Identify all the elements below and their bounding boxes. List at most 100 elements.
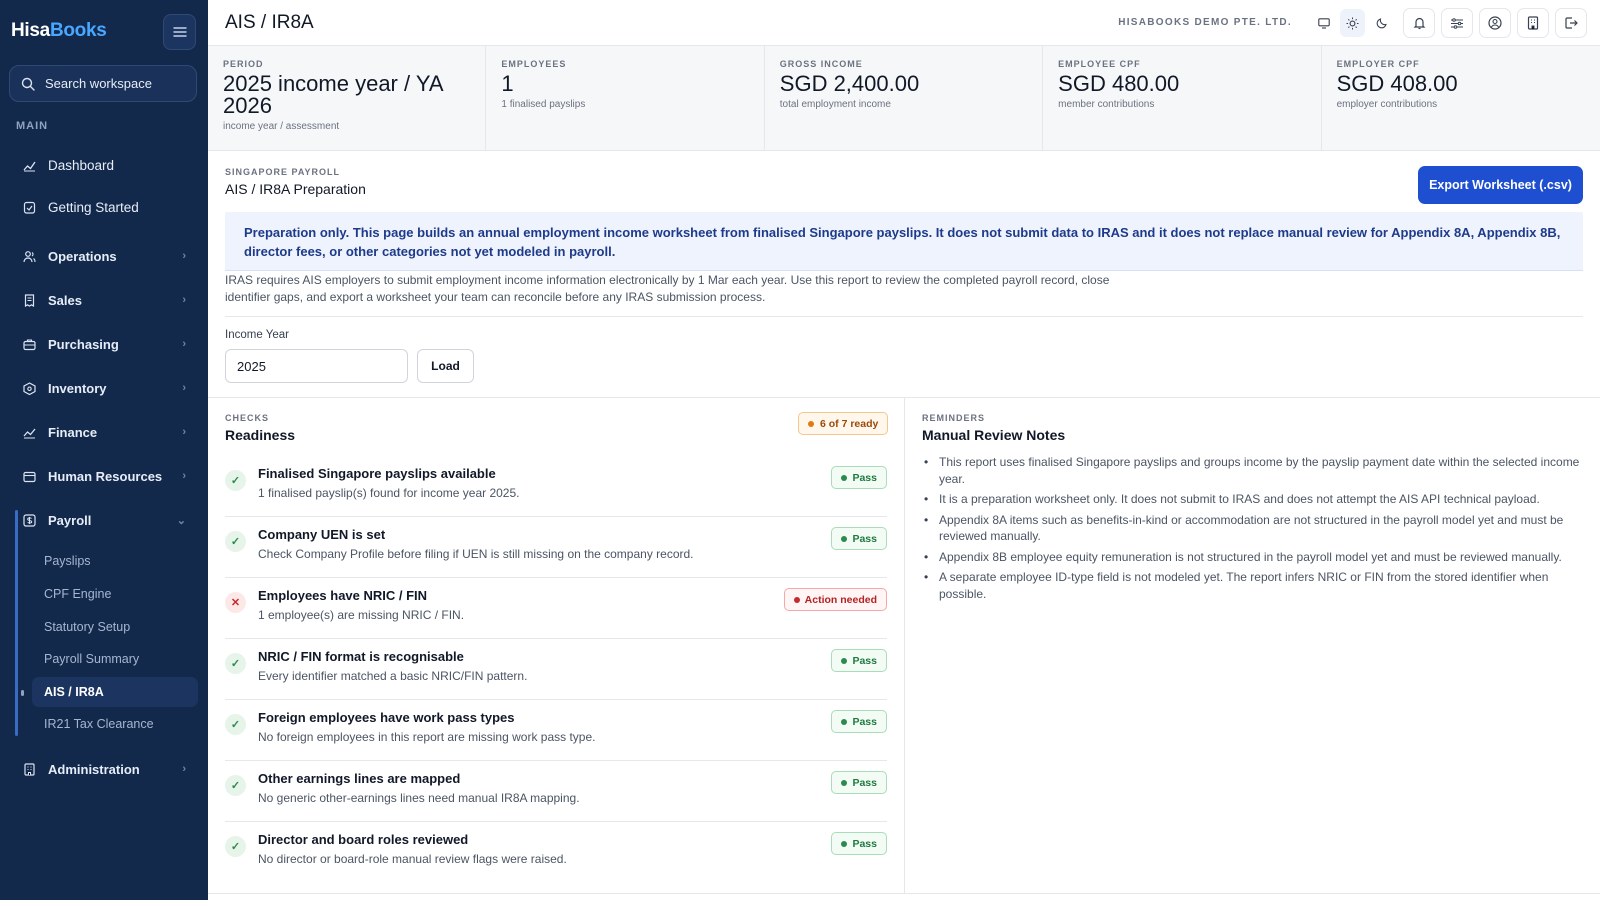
status-dot <box>841 779 848 786</box>
account-button[interactable] <box>1479 8 1511 38</box>
sidebar-item-payroll[interactable]: Payroll ⌄ <box>10 502 198 538</box>
sidebar-toggle-button[interactable] <box>163 14 196 50</box>
sidebar-item-administration[interactable]: Administration › <box>10 751 198 787</box>
sidebar-item-label: Finance <box>48 424 98 440</box>
sidebar-subitem-payroll-summary[interactable]: Payroll Summary <box>32 644 198 674</box>
theme-system-button[interactable] <box>1311 9 1336 37</box>
check-description: Check Company Profile before filing if U… <box>258 547 694 561</box>
search-input[interactable]: Search workspace <box>9 65 197 102</box>
reminders-title: Manual Review Notes <box>922 427 1066 443</box>
check-row: ✓ NRIC / FIN format is recognisable Ever… <box>225 639 887 700</box>
notifications-button[interactable] <box>1403 8 1435 38</box>
sign-out-button[interactable] <box>1555 8 1587 38</box>
building-icon <box>1527 16 1539 30</box>
check-description: No foreign employees in this report are … <box>258 730 596 744</box>
check-description: 1 employee(s) are missing NRIC / FIN. <box>258 608 465 622</box>
sidebar-subitem-statutory-setup[interactable]: Statutory Setup <box>32 612 198 642</box>
list-item: Appendix 8A items such as benefits-in-ki… <box>922 512 1584 545</box>
stat-label: EMPLOYER CPF <box>1336 59 1420 69</box>
divider <box>225 316 1583 317</box>
theme-light-button[interactable] <box>1340 9 1365 37</box>
search-icon <box>21 77 35 91</box>
bell-icon <box>1413 17 1425 30</box>
reminders-list: This report uses finalised Singapore pay… <box>922 454 1584 606</box>
menu-icon <box>172 27 187 37</box>
sidebar-subitem-ais-ir8a[interactable]: AIS / IR8A <box>32 677 198 707</box>
income-year-input[interactable]: 2025 <box>225 349 408 383</box>
stat-card-employer-cpf: EMPLOYER CPF SGD 408.00 employer contrib… <box>1322 46 1600 151</box>
box-icon <box>22 381 36 395</box>
stat-subtext: employer contributions <box>1336 99 1438 110</box>
stat-card-employee-cpf: EMPLOYEE CPF SGD 480.00 member contribut… <box>1043 46 1322 151</box>
check-icon: ✓ <box>225 836 246 857</box>
sidebar-subitem-cpf-engine[interactable]: CPF Engine <box>32 579 198 609</box>
sidebar-item-finance[interactable]: Finance › <box>10 414 198 450</box>
stat-value: SGD 408.00 <box>1336 71 1458 96</box>
sidebar-item-human-resources[interactable]: Human Resources › <box>10 458 198 494</box>
sun-icon <box>1346 17 1359 29</box>
check-description: No generic other-earnings lines need man… <box>258 791 580 805</box>
chevron-right-icon: › <box>182 382 186 394</box>
stat-label: PERIOD <box>223 59 264 69</box>
check-row: ✓ Company UEN is set Check Company Profi… <box>225 517 887 578</box>
check-icon: ✓ <box>225 714 246 735</box>
status-dot <box>841 535 848 542</box>
check-title: Company UEN is set <box>258 527 386 542</box>
sidebar-item-label: Operations <box>48 248 117 264</box>
sidebar-item-label: Dashboard <box>48 157 115 173</box>
stat-label: EMPLOYEES <box>501 59 567 69</box>
status-dot <box>841 657 848 664</box>
check-description: 1 finalised payslip(s) found for income … <box>258 486 520 500</box>
sidebar-item-label: Inventory <box>48 380 107 396</box>
stat-value: 1 <box>501 71 514 96</box>
users-icon <box>22 249 36 263</box>
status-dot <box>841 474 848 481</box>
readiness-badge: 6 of 7 ready <box>798 412 889 435</box>
status-badge: Pass <box>831 527 887 550</box>
check-title: NRIC / FIN format is recognisable <box>258 649 464 664</box>
check-row: ✓ Foreign employees have work pass types… <box>225 700 887 761</box>
check-title: Finalised Singapore payslips available <box>258 466 496 481</box>
export-worksheet-button[interactable]: Export Worksheet (.csv) <box>1418 166 1583 204</box>
status-dot <box>793 596 800 603</box>
check-title: Other earnings lines are mapped <box>258 771 461 786</box>
load-button[interactable]: Load <box>417 349 474 383</box>
sidebar-item-sales[interactable]: Sales › <box>10 282 198 318</box>
stat-card-gross-income: GROSS INCOME SGD 2,400.00 total employme… <box>765 46 1044 151</box>
sidebar-item-getting-started[interactable]: Getting Started <box>10 189 198 225</box>
status-badge: Pass <box>831 771 887 794</box>
list-item: It is a preparation worksheet only. It d… <box>922 491 1584 508</box>
app-logo[interactable]: HisaBooks <box>11 20 107 42</box>
top-bar: AIS / IR8A HISABOOKS DEMO PTE. LTD. <box>208 0 1600 46</box>
status-badge: Action needed <box>783 588 887 611</box>
sidebar-item-purchasing[interactable]: Purchasing › <box>10 326 198 362</box>
check-row: ✓ Finalised Singapore payslips available… <box>225 456 887 517</box>
preparation-notice: Preparation only. This page builds an an… <box>225 212 1583 271</box>
sidebar-item-operations[interactable]: Operations › <box>10 238 198 274</box>
payroll-icon <box>22 513 36 527</box>
theme-dark-button[interactable] <box>1369 9 1394 37</box>
toolbar-actions <box>1403 8 1587 38</box>
checks-title: Readiness <box>225 427 296 443</box>
preferences-button[interactable] <box>1441 8 1473 38</box>
chart-icon <box>22 425 36 439</box>
chevron-right-icon: › <box>182 470 186 482</box>
check-row: ✓ Other earnings lines are mapped No gen… <box>225 761 887 822</box>
chevron-right-icon: › <box>182 250 186 262</box>
sidebar-item-dashboard[interactable]: Dashboard <box>10 147 198 183</box>
status-dot <box>808 420 814 427</box>
income-year-label: Income Year <box>225 329 289 341</box>
stat-label: GROSS INCOME <box>779 59 863 69</box>
list-item: This report uses finalised Singapore pay… <box>922 454 1584 487</box>
sidebar-item-inventory[interactable]: Inventory › <box>10 370 198 406</box>
check-description: No director or board-role manual review … <box>258 852 567 866</box>
status-dot <box>841 840 848 847</box>
divider <box>208 893 1600 894</box>
sidebar-subitem-payslips[interactable]: Payslips <box>32 546 198 576</box>
chevron-right-icon: › <box>182 294 186 306</box>
check-icon: ✓ <box>225 470 246 491</box>
sidebar-subitem-ir21-tax-clearance[interactable]: IR21 Tax Clearance <box>32 709 198 739</box>
company-name: HISABOOKS DEMO PTE. LTD. <box>1118 17 1292 28</box>
company-button[interactable] <box>1517 8 1549 38</box>
moon-icon <box>1376 18 1387 29</box>
